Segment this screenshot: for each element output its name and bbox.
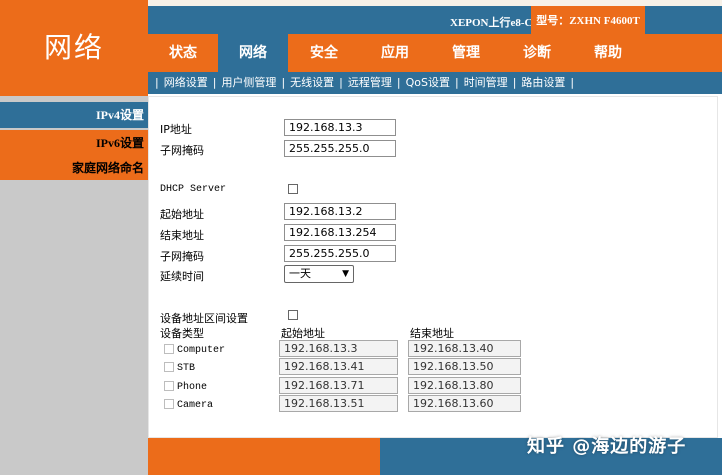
footer-left: [0, 438, 148, 475]
range-end-input[interactable]: 192.168.13.80: [408, 377, 521, 394]
tab-security[interactable]: 安全: [289, 34, 359, 72]
subnet-mask-input[interactable]: 255.255.255.0: [284, 140, 396, 157]
device-type-checkbox[interactable]: [164, 362, 174, 372]
tab-network[interactable]: 网络: [218, 34, 288, 72]
start-address-input[interactable]: 192.168.13.2: [284, 203, 396, 220]
tab-management[interactable]: 管理: [431, 34, 501, 72]
subnav-time-management[interactable]: 时间管理: [464, 72, 508, 94]
tab-diagnostics[interactable]: 诊断: [502, 34, 572, 72]
lease-time-value: 一天: [289, 267, 311, 280]
range-start-input[interactable]: 192.168.13.51: [279, 395, 398, 412]
lease-time-label: 延续时间: [160, 270, 204, 283]
watermark: 知乎 @海边的游子: [527, 436, 687, 457]
address-range-checkbox[interactable]: [288, 310, 298, 320]
device-type-label: Phone: [177, 382, 208, 393]
dhcp-server-checkbox[interactable]: [288, 184, 298, 194]
model-label: 型号：ZXHN F4600T: [531, 6, 645, 36]
device-name: XEPON上行e8-C: [450, 17, 533, 29]
tab-applications[interactable]: 应用: [360, 34, 430, 72]
device-type-checkbox[interactable]: [164, 344, 174, 354]
device-type-checkbox[interactable]: [164, 381, 174, 391]
column-start-address: 起始地址: [281, 327, 325, 340]
subnav-remote-management[interactable]: 远程管理: [348, 72, 392, 94]
sidebar-item-ipv6[interactable]: IPv6设置: [0, 130, 148, 156]
sidebar-item-home-network-name[interactable]: 家庭网络命名: [0, 156, 148, 180]
range-end-input[interactable]: 192.168.13.40: [408, 340, 521, 357]
subnav-qos-settings[interactable]: QoS设置: [406, 72, 450, 94]
column-device-type: 设备类型: [160, 327, 204, 340]
device-type-label: STB: [177, 363, 196, 374]
tab-help[interactable]: 帮助: [573, 34, 643, 72]
subnav-network-settings[interactable]: 网络设置: [164, 72, 208, 94]
device-type-checkbox[interactable]: [164, 399, 174, 409]
range-end-input[interactable]: 192.168.13.50: [408, 358, 521, 375]
dhcp-subnet-mask-label: 子网掩码: [160, 250, 204, 263]
end-address-label: 结束地址: [160, 229, 204, 242]
chevron-down-icon: ▼: [342, 269, 349, 279]
sidebar-item-ipv4[interactable]: IPv4设置: [0, 102, 148, 128]
ip-address-label: IP地址: [160, 123, 192, 136]
subnav-wireless-settings[interactable]: 无线设置: [290, 72, 334, 94]
sub-nav: | 网络设置 | 用户侧管理 | 无线设置 | 远程管理 | QoS设置 | 时间管理 | 路由设置 |: [150, 72, 579, 94]
column-end-address: 结束地址: [410, 327, 454, 340]
footer-accent: [148, 438, 380, 475]
dhcp-server-label: DHCP Server: [160, 184, 227, 195]
device-type-label: Computer: [177, 345, 226, 356]
range-start-input[interactable]: 192.168.13.41: [279, 358, 398, 375]
range-start-input[interactable]: 192.168.13.71: [279, 377, 398, 394]
device-type-label: Camera: [177, 400, 214, 411]
section-logo-title: 网络: [43, 31, 104, 64]
address-range-label: 设备地址区间设置: [160, 312, 248, 325]
logo-panel: 网络: [0, 0, 148, 96]
lease-time-select[interactable]: 一天 ▼: [284, 265, 354, 283]
tab-status[interactable]: 状态: [148, 34, 218, 72]
ip-address-input[interactable]: 192.168.13.3: [284, 119, 396, 136]
subnet-mask-label: 子网掩码: [160, 144, 204, 157]
subnav-routing-settings[interactable]: 路由设置: [521, 72, 565, 94]
dhcp-subnet-mask-input[interactable]: 255.255.255.0: [284, 245, 396, 262]
end-address-input[interactable]: 192.168.13.254: [284, 224, 396, 241]
range-end-input[interactable]: 192.168.13.60: [408, 395, 521, 412]
start-address-label: 起始地址: [160, 208, 204, 221]
subnav-lan-management[interactable]: 用户侧管理: [221, 72, 276, 94]
range-start-input[interactable]: 192.168.13.3: [279, 340, 398, 357]
